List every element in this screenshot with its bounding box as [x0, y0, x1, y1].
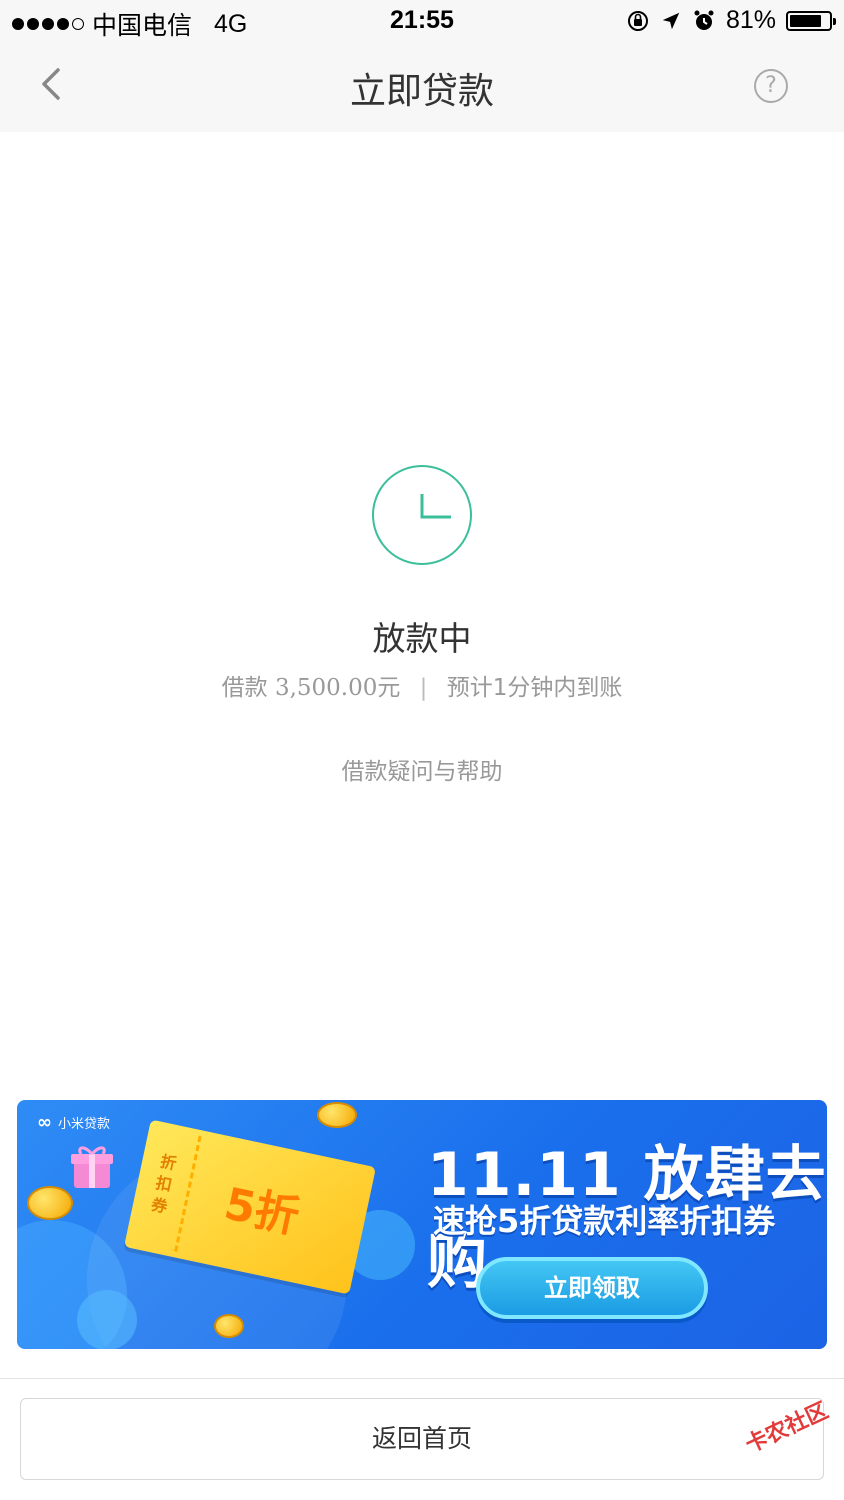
- gold-coin-icon: [317, 1102, 357, 1128]
- amount-label: 借款: [221, 675, 268, 701]
- coupon-discount: 5折: [219, 1178, 304, 1244]
- decorative-bubble: [77, 1290, 137, 1349]
- gold-coin-icon: [27, 1186, 73, 1220]
- help-question-icon[interactable]: ?: [754, 69, 788, 103]
- navigation-bar: 立即贷款 ?: [0, 42, 844, 132]
- banner-brand-name: 小米贷款: [58, 1117, 111, 1132]
- status-bar: 中国电信 4G 21:55 81%: [0, 0, 844, 42]
- arrival-estimate: 预计1分钟内到账: [446, 675, 623, 701]
- loan-help-link[interactable]: 借款疑问与帮助: [0, 752, 844, 786]
- clock-icon: [372, 465, 472, 565]
- gift-box-icon: [71, 1146, 113, 1188]
- promo-banner[interactable]: ∞ 小米贷款 折扣券 5折 11.11 放肆去购 速抢5折贷款利率折扣券 立即领…: [17, 1100, 827, 1349]
- info-separator: |: [419, 675, 428, 701]
- status-bar-right: 81%: [626, 6, 836, 35]
- location-arrow-icon: [662, 12, 680, 29]
- alarm-icon: [694, 10, 714, 30]
- gold-coin-icon: [214, 1314, 244, 1338]
- claim-coupon-button[interactable]: 立即领取: [476, 1257, 708, 1319]
- battery-level-fill: [790, 14, 821, 27]
- rotation-lock-icon: [627, 10, 648, 31]
- loan-status-info: 借款 3,500.00元 | 预计1分钟内到账: [0, 668, 844, 702]
- loan-status-title: 放款中: [372, 619, 472, 658]
- battery-percentage: 81%: [725, 6, 776, 34]
- page-title: 立即贷款: [349, 71, 494, 112]
- footer-divider: [0, 1378, 844, 1379]
- banner-brand: ∞ 小米贷款: [37, 1112, 110, 1133]
- infinity-logo-icon: ∞: [37, 1112, 52, 1133]
- banner-subtitle: 速抢5折贷款利率折扣券: [433, 1202, 776, 1240]
- return-home-button[interactable]: 返回首页: [20, 1398, 824, 1480]
- coupon-side-label: 折扣券: [149, 1151, 179, 1217]
- battery-icon: [786, 10, 836, 31]
- loan-amount: 3,500.00元: [274, 675, 401, 701]
